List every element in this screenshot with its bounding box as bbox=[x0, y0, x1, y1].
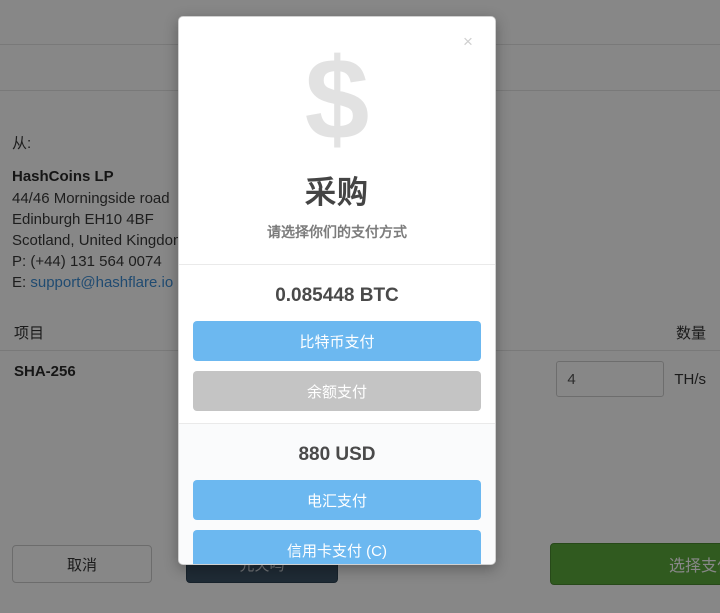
payment-section-btc: 0.085448 BTC 比特币支付 余额支付 bbox=[179, 264, 495, 423]
close-icon[interactable]: × bbox=[455, 29, 481, 55]
dollar-sign-icon: $ bbox=[304, 34, 370, 164]
pay-with-bitcoin-button[interactable]: 比特币支付 bbox=[193, 321, 481, 361]
modal-title: 采购 bbox=[305, 175, 369, 210]
amount-usd: 880 USD bbox=[298, 444, 376, 465]
payment-method-modal: × $ 采购 请选择你们的支付方式 0.085448 BTC 比特币支付 余额支… bbox=[178, 16, 496, 565]
modal-subtitle: 请选择你们的支付方式 bbox=[267, 224, 407, 240]
modal-header: × $ 采购 请选择你们的支付方式 bbox=[179, 17, 495, 264]
amount-btc: 0.085448 BTC bbox=[275, 285, 399, 306]
payment-section-usd: 880 USD 电汇支付 信用卡支付 (C) 使用Payeer bbox=[179, 423, 495, 564]
pay-with-wire-transfer-button[interactable]: 电汇支付 bbox=[193, 480, 481, 520]
pay-with-credit-card-button[interactable]: 信用卡支付 (C) bbox=[193, 530, 481, 564]
pay-with-balance-button[interactable]: 余额支付 bbox=[193, 371, 481, 411]
